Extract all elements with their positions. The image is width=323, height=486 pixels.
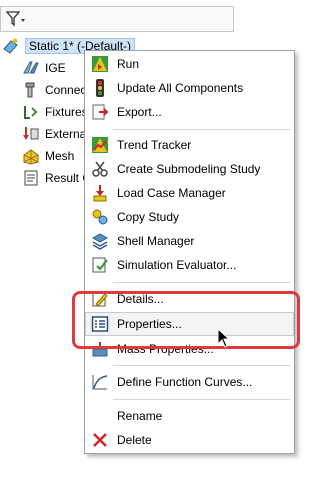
scissors-icon (92, 161, 108, 177)
menu-item-trend-tracker[interactable]: Trend Tracker (86, 134, 293, 156)
function-curve-icon (92, 375, 108, 390)
tree-item-connections[interactable]: Connec (22, 80, 86, 100)
load-case-icon (93, 185, 107, 202)
part-icon (23, 61, 39, 74)
context-menu: Run Update All Components Export... Tren… (84, 50, 295, 454)
menu-item-create-submodeling-study[interactable]: Create Submodeling Study (86, 158, 293, 180)
run-icon (92, 56, 108, 72)
export-icon (92, 104, 109, 120)
menu-separator (113, 399, 290, 400)
menu-item-label: Shell Manager (117, 234, 195, 248)
tree-item-mesh[interactable]: Mesh (22, 146, 74, 166)
menu-item-define-function-curves[interactable]: Define Function Curves... (86, 371, 293, 393)
menu-item-run[interactable]: Run (86, 53, 293, 75)
menu-item-rename[interactable]: Rename (86, 405, 293, 427)
menu-item-label: Simulation Evaluator... (117, 258, 237, 272)
menu-item-load-case-manager[interactable]: Load Case Manager (86, 182, 293, 204)
menu-separator (113, 365, 290, 366)
menu-item-label: Run (117, 57, 140, 71)
tree-item-label: Connec (45, 83, 87, 97)
tree-item-external-loads[interactable]: Externa (22, 124, 86, 144)
menu-item-label: Copy Study (117, 210, 180, 224)
tree-item-fixtures[interactable]: Fixtures (22, 102, 88, 122)
menu-item-label: Delete (117, 433, 152, 447)
mesh-icon (23, 149, 39, 165)
menu-separator (113, 282, 290, 283)
highlight-box (72, 291, 300, 349)
filter-bar[interactable] (0, 6, 234, 32)
menu-item-label: Update All Components (117, 81, 244, 95)
tree-item-label: Mesh (45, 149, 75, 163)
menu-item-label: Define Function Curves... (117, 375, 253, 389)
menu-item-label: Trend Tracker (117, 138, 192, 152)
menu-item-label: Create Submodeling Study (117, 162, 261, 176)
copy-study-icon (92, 209, 108, 225)
menu-item-label: Rename (117, 409, 163, 423)
connections-icon (25, 82, 35, 98)
menu-separator (113, 129, 290, 130)
result-options-icon (24, 170, 38, 186)
menu-item-simulation-evaluator[interactable]: Simulation Evaluator... (86, 254, 293, 276)
menu-item-delete[interactable]: Delete (86, 429, 293, 451)
menu-item-export[interactable]: Export... (86, 101, 293, 123)
trend-tracker-icon (92, 137, 108, 153)
tree-item-part[interactable]: IGE (22, 58, 66, 78)
mouse-cursor-icon (217, 328, 231, 348)
delete-icon (93, 433, 107, 447)
menu-item-shell-manager[interactable]: Shell Manager (86, 230, 293, 252)
menu-item-copy-study[interactable]: Copy Study (86, 206, 293, 228)
shell-manager-icon (91, 233, 109, 250)
study-icon (3, 38, 18, 54)
tree-item-result-options[interactable]: Result C (22, 168, 91, 188)
tree-item-label: IGE (45, 61, 66, 75)
fixtures-icon (24, 106, 38, 119)
tree-item-label: Fixtures (45, 105, 88, 119)
external-loads-icon (23, 127, 39, 140)
menu-item-label: Export... (117, 105, 162, 119)
menu-item-update-all-components[interactable]: Update All Components (86, 77, 293, 99)
menu-item-label: Load Case Manager (117, 186, 226, 200)
traffic-light-icon (96, 79, 104, 97)
tree-item-label: Externa (45, 127, 87, 141)
evaluator-icon (92, 257, 108, 273)
filter-icon[interactable] (5, 10, 27, 28)
